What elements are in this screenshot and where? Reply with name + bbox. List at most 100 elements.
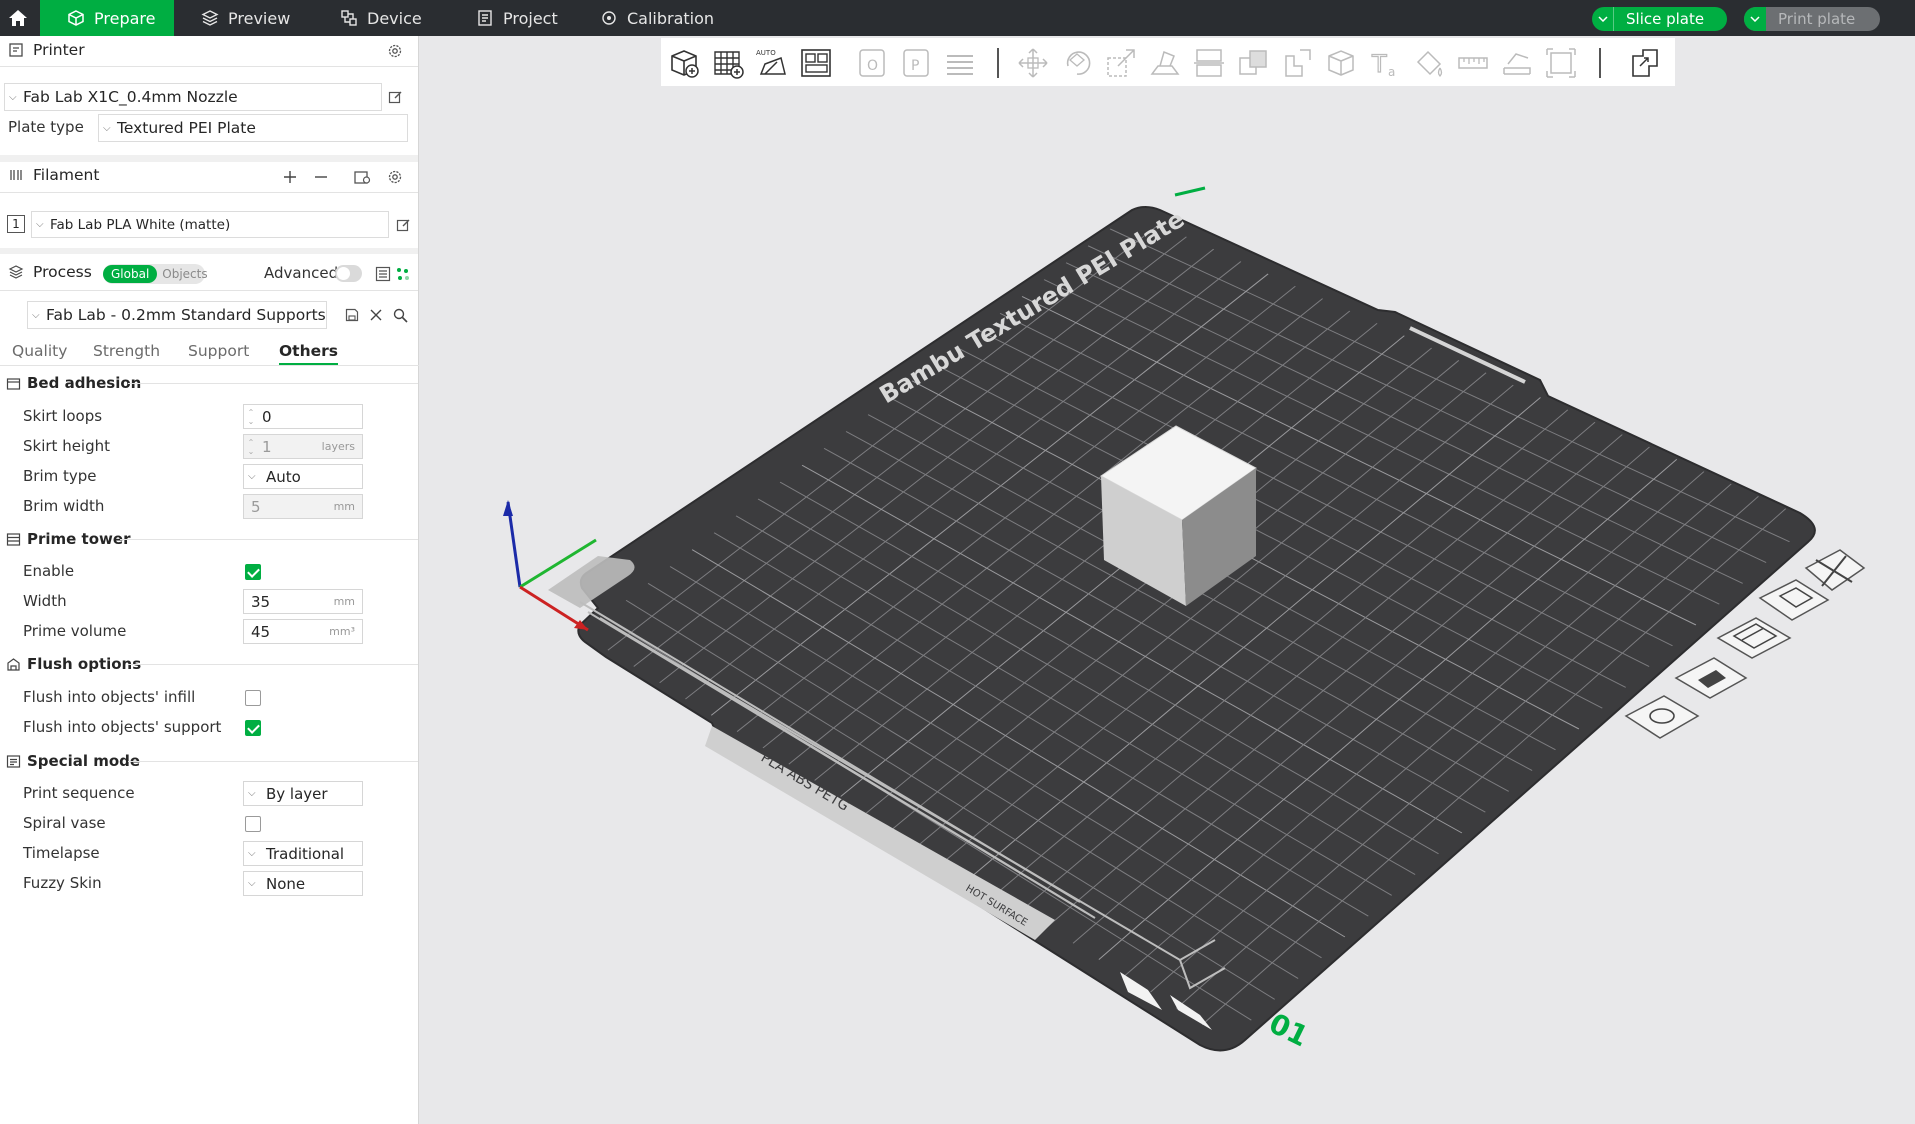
flush-support-checkbox[interactable] — [245, 720, 261, 736]
prime-volume-value: 45 — [251, 622, 271, 641]
divider — [0, 290, 418, 291]
tab-device[interactable]: Device — [340, 0, 422, 36]
boolean-icon[interactable] — [1236, 46, 1270, 80]
move-icon[interactable] — [1016, 46, 1050, 80]
split-parts-icon[interactable]: P — [899, 46, 933, 80]
auto-orient-icon[interactable]: AUTO — [755, 46, 789, 80]
process-preset-select[interactable]: ⌵ Fab Lab - 0.2mm Standard Supports — [27, 301, 327, 329]
brim-type-select[interactable]: ⌵ Auto — [243, 464, 363, 489]
advanced-toggle[interactable] — [335, 265, 362, 282]
scale-icon[interactable] — [1104, 46, 1138, 80]
rotate-icon[interactable] — [1060, 46, 1094, 80]
split-objects-icon[interactable]: O — [855, 46, 889, 80]
home-icon — [9, 10, 27, 26]
edit-filament-icon[interactable] — [393, 215, 413, 235]
timelapse-label: Timelapse — [23, 844, 100, 862]
stepper-icon[interactable]: ⌃ ⌄ — [244, 435, 258, 458]
filament-preset-value: Fab Lab PLA White (matte) — [50, 216, 231, 233]
device-icon — [341, 10, 357, 26]
plate-tool-arrange[interactable] — [1716, 617, 1792, 659]
filament-manage-icon[interactable] — [352, 167, 372, 187]
tab-project[interactable]: Project — [476, 0, 558, 36]
global-option[interactable]: Global — [103, 265, 158, 283]
chevron-down-icon[interactable] — [1744, 7, 1766, 31]
cut-icon[interactable] — [1192, 46, 1226, 80]
tab-strength[interactable]: Strength — [93, 342, 160, 360]
spiral-vase-checkbox[interactable] — [245, 816, 261, 832]
skirt-loops-input[interactable]: ⌃ ⌄ 0 — [243, 404, 363, 429]
printer-preset-select[interactable]: ⌵ Fab Lab X1C_0.4mm Nozzle — [4, 83, 382, 111]
process-compare-icon[interactable] — [393, 264, 413, 284]
plate-tool-close[interactable] — [1804, 549, 1866, 591]
fuzzy-skin-value: None — [266, 874, 306, 893]
plate-tool-auto-orient[interactable] — [1758, 579, 1830, 621]
support-paint-icon[interactable] — [1280, 46, 1314, 80]
chevron-down-icon[interactable] — [1592, 7, 1614, 31]
skirt-height-input[interactable]: ⌃ ⌄ 1 layers — [243, 434, 363, 459]
plate-tool-settings[interactable] — [1624, 695, 1700, 739]
process-preset-value: Fab Lab - 0.2mm Standard Supports — [46, 306, 326, 324]
prime-tower-width-input[interactable]: 35 mm — [243, 589, 363, 614]
fit-view-icon[interactable] — [1544, 46, 1578, 80]
view-settings-icon[interactable] — [1628, 46, 1662, 80]
tab-prepare-label: Prepare — [94, 8, 156, 28]
filament-settings-gear-icon[interactable] — [385, 167, 405, 187]
brim-width-value: 5 — [251, 497, 261, 516]
global-objects-switch[interactable]: Global Objects — [103, 264, 208, 284]
add-object-icon[interactable] — [667, 46, 701, 80]
assembly-icon[interactable] — [1500, 46, 1534, 80]
spiral-vase-label: Spiral vase — [23, 814, 106, 832]
plate-type-select[interactable]: ⌵ Textured PEI Plate — [98, 114, 408, 142]
plate-tool-lock[interactable] — [1674, 657, 1748, 699]
tab-project-label: Project — [503, 8, 558, 28]
arrange-icon[interactable] — [799, 46, 833, 80]
color-paint-icon[interactable] — [1412, 46, 1446, 80]
prime-volume-input[interactable]: 45 mm³ — [243, 619, 363, 644]
build-plate[interactable] — [577, 206, 1816, 1052]
save-preset-icon[interactable] — [342, 305, 362, 325]
printer-settings-gear-icon[interactable] — [385, 41, 405, 61]
tab-preview[interactable]: Preview — [201, 0, 290, 36]
flush-infill-checkbox[interactable] — [245, 690, 261, 706]
add-filament-icon[interactable] — [280, 167, 300, 187]
chevron-down-icon: ⌵ — [36, 219, 44, 230]
width-label: Width — [23, 592, 67, 610]
remove-filament-icon[interactable] — [311, 167, 331, 187]
fuzzy-skin-select[interactable]: ⌵ None — [243, 871, 363, 896]
cube-icon — [68, 10, 84, 26]
objects-option[interactable]: Objects — [157, 267, 207, 281]
timelapse-select[interactable]: ⌵ Traditional — [243, 841, 363, 866]
text-icon[interactable]: Ta — [1368, 46, 1402, 80]
print-plate-button[interactable]: Print plate — [1744, 7, 1880, 31]
brim-type-value: Auto — [266, 467, 301, 486]
chevron-down-icon: ⌵ — [248, 848, 256, 859]
close-icon[interactable] — [366, 305, 386, 325]
lay-on-face-icon[interactable] — [1148, 46, 1182, 80]
filament-slot-badge[interactable]: 1 — [7, 215, 25, 233]
tab-quality[interactable]: Quality — [12, 342, 67, 360]
print-sequence-value: By layer — [266, 784, 328, 803]
seam-paint-icon[interactable] — [1324, 46, 1358, 80]
measure-icon[interactable] — [1456, 46, 1490, 80]
process-list-icon[interactable] — [373, 264, 393, 284]
filament-preset-select[interactable]: ⌵ Fab Lab PLA White (matte) — [31, 211, 389, 238]
slice-plate-button[interactable]: Slice plate — [1592, 7, 1727, 31]
tab-calibration[interactable]: Calibration — [600, 0, 714, 36]
home-button[interactable] — [0, 0, 36, 36]
add-plate-icon[interactable] — [711, 46, 745, 80]
prime-tower-group-title: Prime tower — [6, 530, 130, 548]
edit-printer-icon[interactable] — [385, 87, 405, 107]
brim-width-input[interactable]: 5 mm — [243, 494, 363, 519]
enable-prime-tower-checkbox[interactable] — [245, 564, 261, 580]
stepper-icon[interactable]: ⌃ ⌄ — [244, 405, 258, 428]
search-icon[interactable] — [390, 305, 410, 325]
flush-options-group-title: Flush options — [6, 655, 141, 673]
divider — [0, 66, 418, 67]
svg-text:O: O — [867, 58, 878, 74]
layers-edit-icon[interactable] — [943, 46, 977, 80]
print-sequence-select[interactable]: ⌵ By layer — [243, 781, 363, 806]
3d-viewport[interactable]: PLA ABS PETG HOT SURFACE Bambu Textured … — [420, 86, 1915, 1124]
tab-support[interactable]: Support — [188, 342, 249, 360]
tab-prepare[interactable]: Prepare — [40, 0, 174, 36]
tab-others[interactable]: Others — [279, 342, 339, 365]
